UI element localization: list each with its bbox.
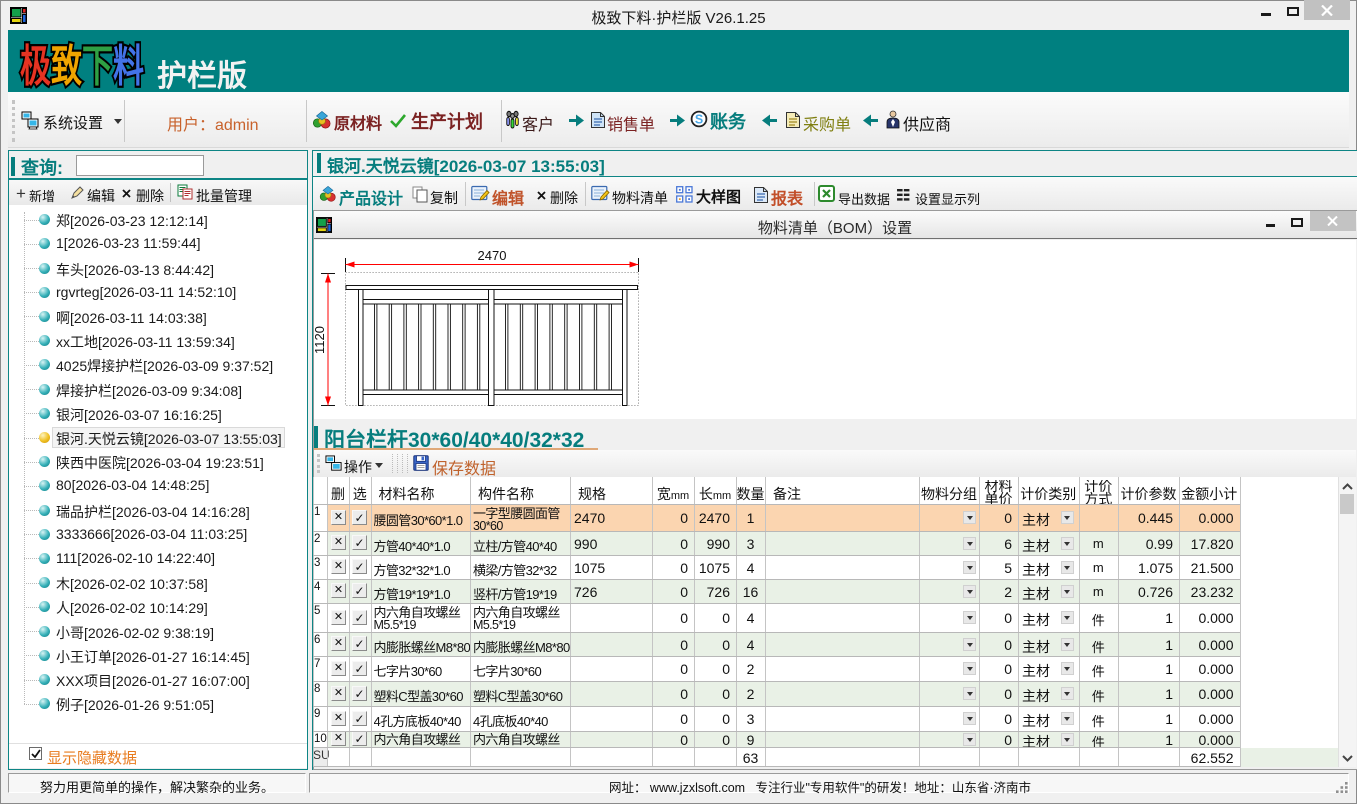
svg-text:极致下料: 极致下料 xyxy=(20,42,144,91)
svg-text:S: S xyxy=(695,113,703,127)
svg-text:2470: 2470 xyxy=(478,248,507,263)
svg-text:1120: 1120 xyxy=(314,326,327,354)
